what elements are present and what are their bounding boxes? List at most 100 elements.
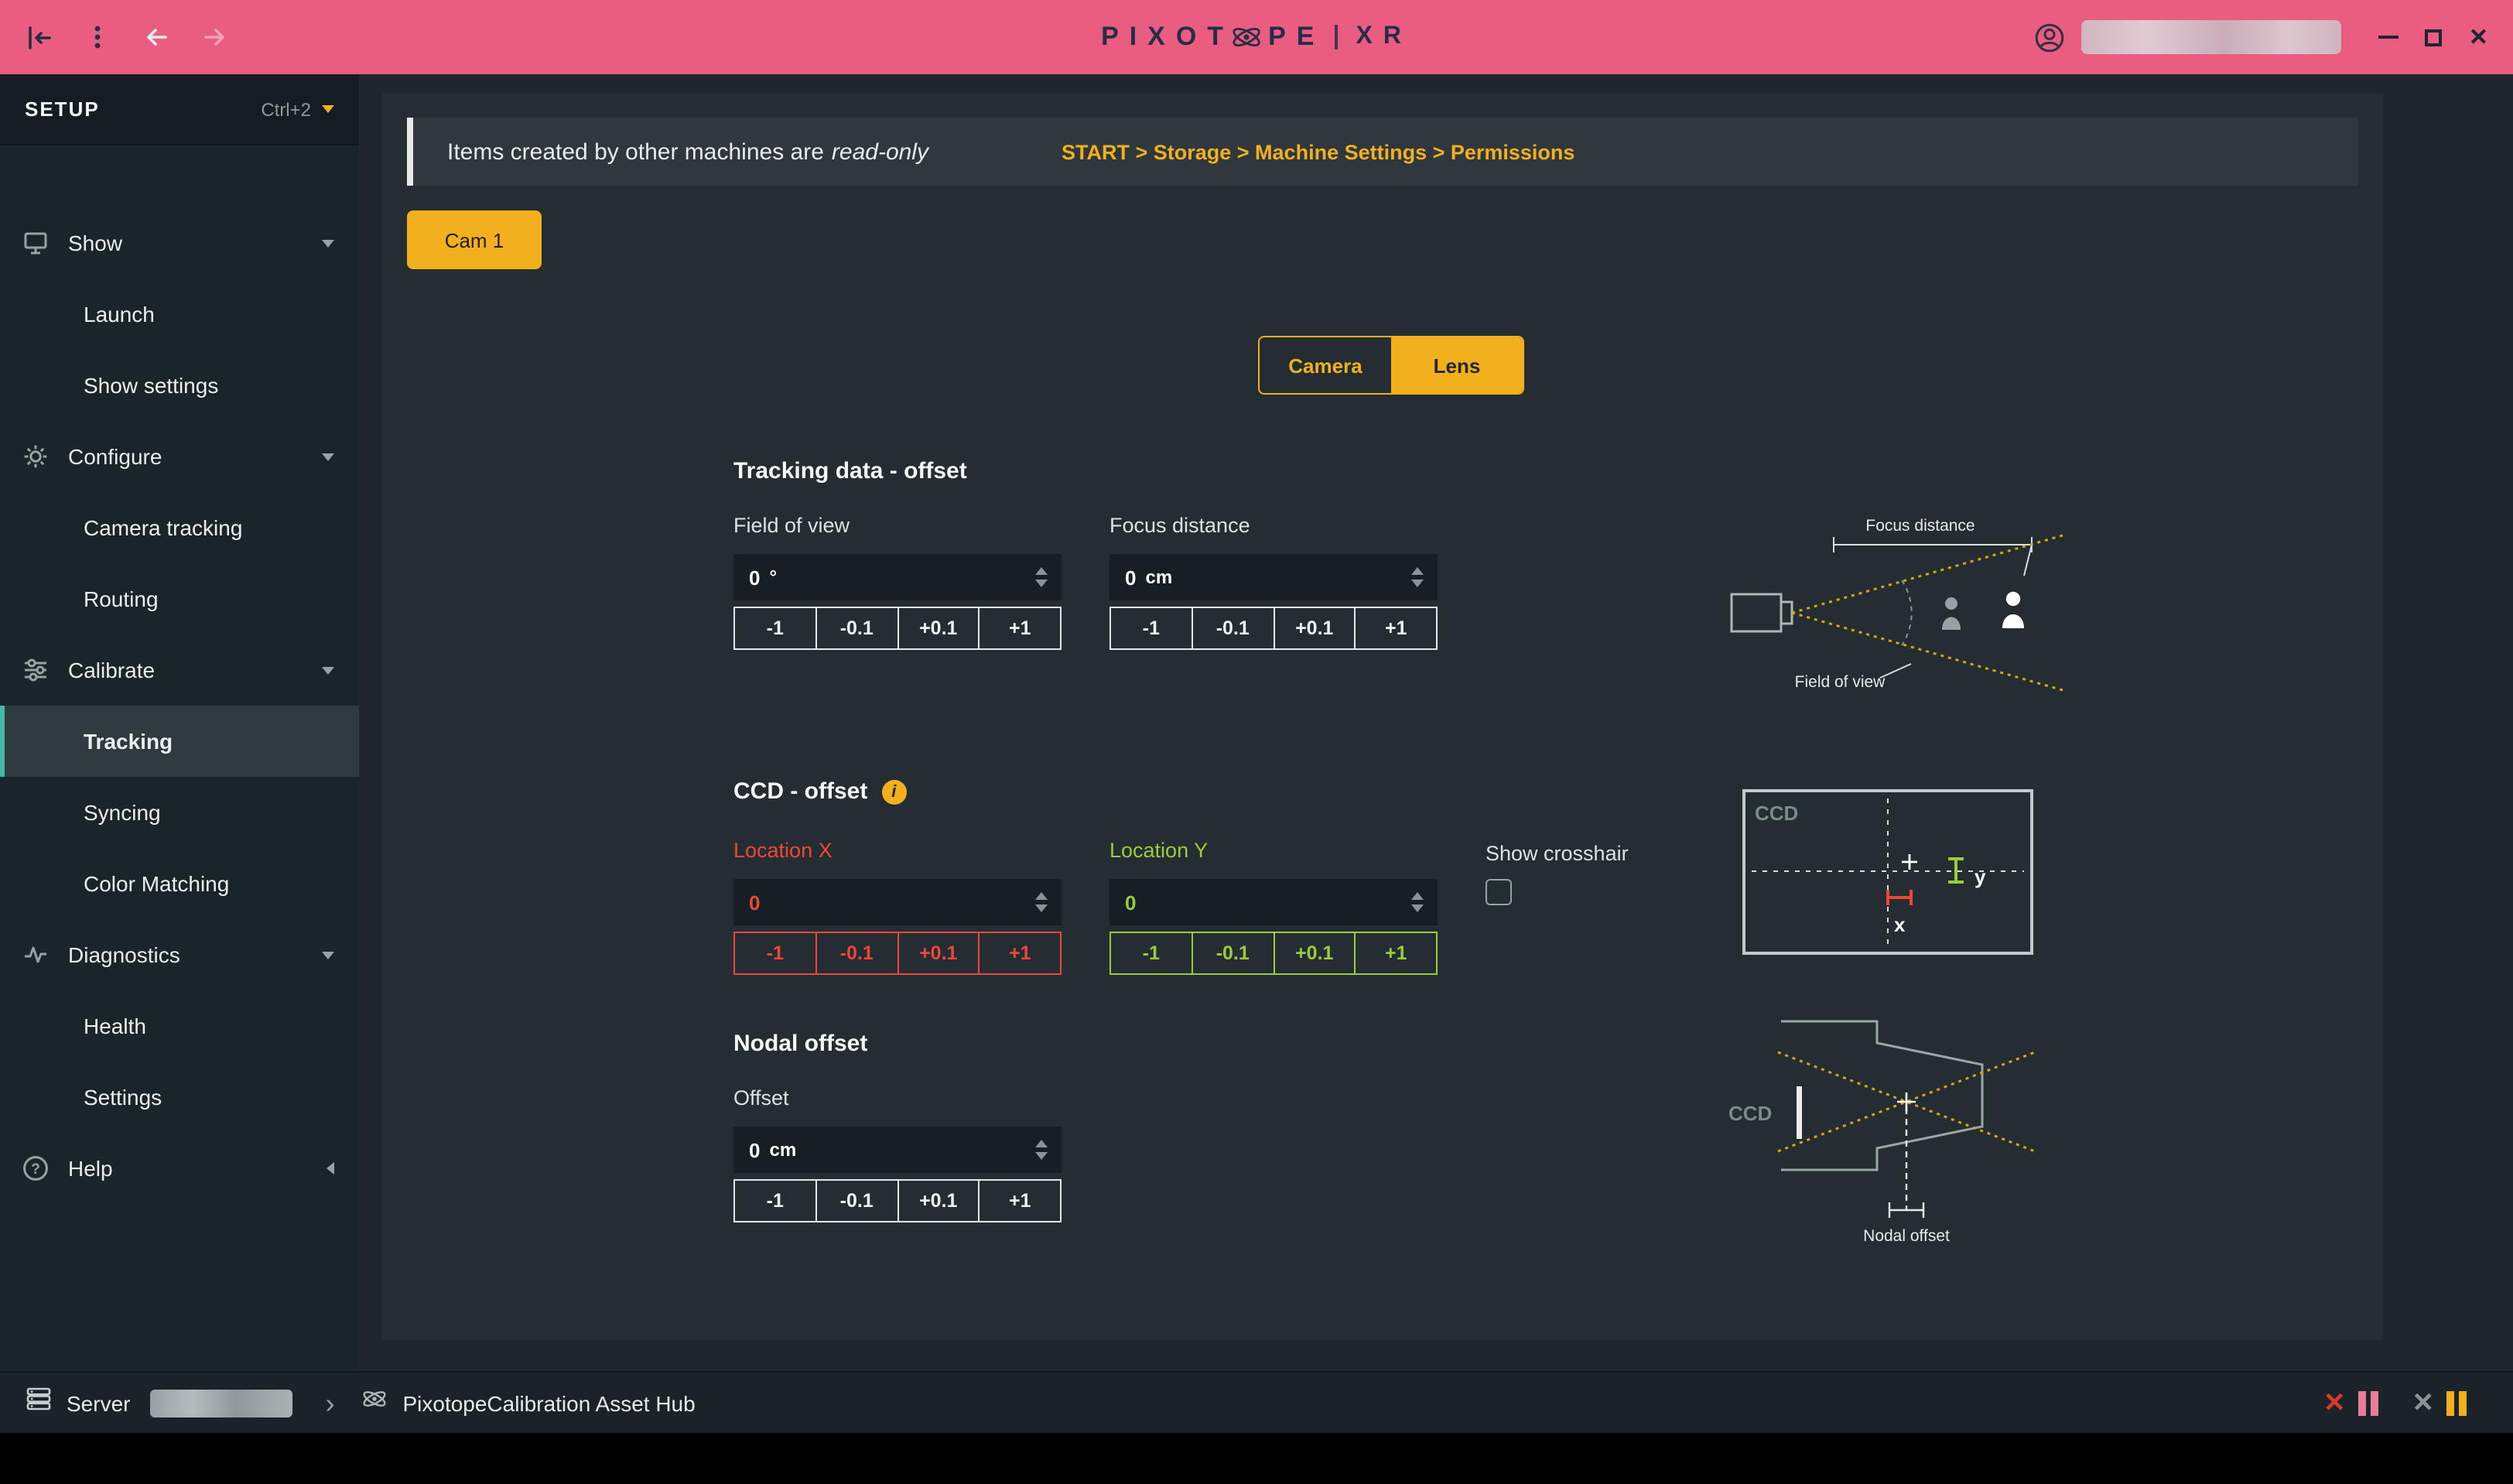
nodal-offset-step-buttons: -1 -0.1 +0.1 +1	[733, 1179, 1062, 1222]
focus-distance-input[interactable]: 0 cm	[1109, 554, 1438, 600]
spin-up-icon[interactable]	[1035, 1140, 1048, 1147]
step-button[interactable]: -0.1	[815, 607, 899, 650]
spin-down-icon[interactable]	[1411, 904, 1424, 912]
nodal-offset-value: 0	[749, 1138, 760, 1161]
logo-divider	[1334, 25, 1337, 50]
spin-down-icon[interactable]	[1035, 580, 1048, 587]
location-y-value: 0	[1125, 891, 1136, 914]
info-icon[interactable]: i	[881, 779, 906, 804]
sidebar-item-diagnostics[interactable]: Diagnostics	[0, 919, 359, 990]
chevron-left-icon	[327, 1162, 334, 1175]
nodal-offset-unit: cm	[769, 1139, 796, 1161]
step-button[interactable]: +0.1	[897, 932, 980, 975]
sidebar-item-routing[interactable]: Routing	[0, 563, 359, 634]
section-title-nodal-offset: Nodal offset	[733, 1031, 867, 1057]
show-crosshair-checkbox[interactable]	[1486, 879, 1512, 905]
asset-hub-label[interactable]: PixotopeCalibration Asset Hub	[402, 1390, 695, 1415]
sidebar-collapse-icon[interactable]	[22, 20, 56, 54]
sidebar-item-camera-tracking[interactable]: Camera tracking	[0, 492, 359, 563]
step-button[interactable]: -0.1	[1192, 932, 1275, 975]
step-button[interactable]: +1	[1355, 932, 1438, 975]
sidebar-item-tracking[interactable]: Tracking	[0, 706, 359, 777]
back-arrow-icon[interactable]	[139, 20, 173, 54]
minimize-button[interactable]	[2379, 36, 2399, 39]
svg-text:CCD: CCD	[1728, 1102, 1772, 1125]
stream-error-icon-secondary[interactable]: ✕	[2412, 1390, 2435, 1416]
step-button[interactable]: +0.1	[1273, 607, 1356, 650]
spin-up-icon[interactable]	[1035, 567, 1048, 575]
spin-up-icon[interactable]	[1411, 892, 1424, 900]
field-of-view-label: Field of view	[733, 514, 850, 537]
sidebar-item-configure[interactable]: Configure	[0, 421, 359, 492]
step-button[interactable]: +1	[1355, 607, 1438, 650]
sidebar-item-launch[interactable]: Launch	[0, 279, 359, 350]
user-icon[interactable]	[2033, 20, 2067, 54]
location-y-label: Location Y	[1109, 839, 1208, 862]
field-of-view-unit: °	[769, 566, 777, 588]
statusbar-left: Server › PixotopeCalibration Asset Hub	[25, 1385, 696, 1421]
svg-text:?: ?	[31, 1161, 40, 1178]
step-button[interactable]: +1	[979, 932, 1062, 975]
sidebar-item-show[interactable]: Show	[0, 207, 359, 279]
tab-camera[interactable]: Camera	[1260, 337, 1391, 393]
spin-down-icon[interactable]	[1035, 1152, 1048, 1160]
pause-icon[interactable]	[2358, 1390, 2378, 1415]
chevron-down-icon	[322, 453, 334, 460]
forward-arrow-icon[interactable]	[198, 20, 232, 54]
setup-dropdown[interactable]: SETUP Ctrl+2	[0, 74, 359, 145]
spin-down-icon[interactable]	[1035, 904, 1048, 912]
step-button[interactable]: -1	[733, 1179, 817, 1222]
sidebar-item-color-matching[interactable]: Color Matching	[0, 848, 359, 919]
maximize-button[interactable]	[2426, 29, 2443, 46]
server-name-redacted	[150, 1389, 292, 1417]
titlebar-right-controls: ✕	[2033, 20, 2513, 54]
app-logo: PIXOT PE XR	[1101, 0, 1412, 74]
notice-emphasis: read-only	[832, 138, 928, 165]
chevron-down-icon	[322, 951, 334, 959]
nodal-offset-input[interactable]: 0 cm	[733, 1127, 1062, 1173]
spin-up-icon[interactable]	[1035, 892, 1048, 900]
tab-lens[interactable]: Lens	[1391, 337, 1523, 393]
close-button[interactable]: ✕	[2469, 26, 2488, 49]
kebab-menu-icon[interactable]	[80, 20, 115, 54]
step-button[interactable]: +1	[979, 1179, 1062, 1222]
sidebar-item-health[interactable]: Health	[0, 990, 359, 1062]
step-button[interactable]: -0.1	[815, 932, 899, 975]
setup-shortcut: Ctrl+2	[261, 98, 311, 120]
sidebar-item-label: Syncing	[84, 800, 161, 825]
location-y-input[interactable]: 0	[1109, 879, 1438, 925]
step-button[interactable]: -1	[733, 932, 817, 975]
sidebar-item-settings[interactable]: Settings	[0, 1062, 359, 1133]
cam-1-button[interactable]: Cam 1	[407, 210, 542, 269]
step-button[interactable]: -1	[733, 607, 817, 650]
step-button[interactable]: -0.1	[815, 1179, 899, 1222]
step-button[interactable]: -0.1	[1192, 607, 1275, 650]
field-of-view-input[interactable]: 0 °	[733, 554, 1062, 600]
server-label: Server	[67, 1390, 130, 1415]
sidebar-item-syncing[interactable]: Syncing	[0, 777, 359, 848]
spinner	[1035, 567, 1048, 587]
step-button[interactable]: +0.1	[897, 607, 980, 650]
breadcrumb[interactable]: START > Storage > Machine Settings > Per…	[1062, 140, 1574, 163]
logo-text-left: PIXOT	[1101, 22, 1234, 53]
sidebar-item-label: Color Matching	[84, 871, 229, 896]
spin-up-icon[interactable]	[1411, 567, 1424, 575]
step-button[interactable]: -1	[1109, 932, 1193, 975]
step-button[interactable]: +1	[979, 607, 1062, 650]
sidebar-item-help[interactable]: ? Help	[0, 1133, 359, 1204]
stream-error-icon[interactable]: ✕	[2323, 1390, 2346, 1416]
svg-text:Focus distance: Focus distance	[1865, 517, 1974, 535]
location-x-input[interactable]: 0	[733, 879, 1062, 925]
step-button[interactable]: +0.1	[1273, 932, 1356, 975]
setup-label: SETUP	[25, 97, 100, 121]
spin-down-icon[interactable]	[1411, 580, 1424, 587]
sidebar-item-show-settings[interactable]: Show settings	[0, 350, 359, 421]
spinner	[1411, 567, 1424, 587]
step-button[interactable]: +0.1	[897, 1179, 980, 1222]
bottom-black-strip	[0, 1433, 2513, 1484]
titlebar-left-controls	[0, 20, 232, 54]
pause-icon-secondary[interactable]	[2446, 1390, 2467, 1415]
sidebar-item-calibrate[interactable]: Calibrate	[0, 634, 359, 706]
atom-icon	[361, 1385, 388, 1421]
step-button[interactable]: -1	[1109, 607, 1193, 650]
